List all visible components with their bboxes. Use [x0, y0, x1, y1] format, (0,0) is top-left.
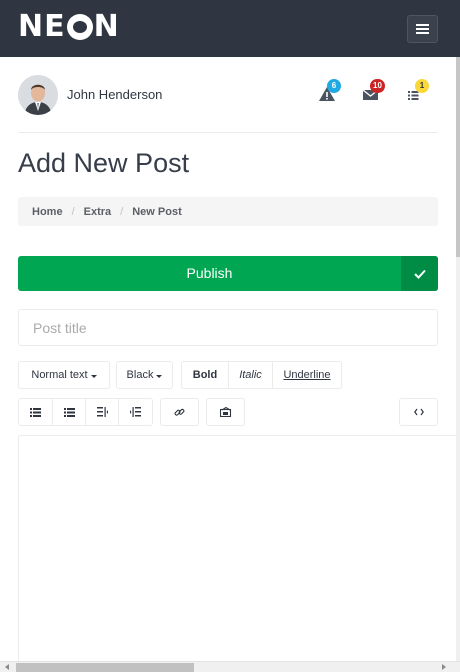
logo-text-right: N — [93, 9, 120, 44]
horizontal-scrollbar-thumb[interactable] — [16, 663, 194, 672]
logo-text-left: NE — [18, 9, 66, 44]
html-view-button[interactable] — [399, 398, 438, 426]
logo-eye-icon — [66, 14, 93, 40]
indent-icon — [130, 407, 141, 417]
breadcrumb-extra[interactable]: Extra — [84, 206, 112, 218]
bold-button[interactable]: Bold — [182, 362, 229, 388]
top-navbar: NE N — [0, 0, 460, 57]
avatar[interactable] — [18, 75, 58, 115]
publish-check — [401, 256, 438, 291]
scroll-left-icon[interactable] — [5, 664, 9, 670]
unordered-list-button[interactable] — [19, 399, 53, 425]
unordered-list-icon — [30, 407, 41, 417]
tasks-count-badge: 1 — [415, 79, 429, 93]
text-style-label: Normal text — [31, 369, 88, 381]
insert-image-button[interactable] — [206, 398, 245, 426]
outdent-button[interactable] — [86, 399, 119, 425]
underline-button[interactable]: Underline — [273, 362, 341, 388]
ordered-list-icon — [63, 407, 75, 417]
text-color-label: Black — [126, 369, 154, 381]
post-title-input[interactable] — [18, 309, 438, 346]
menu-toggle-button[interactable] — [407, 15, 438, 43]
messages-count-badge: 10 — [370, 79, 385, 93]
vertical-scrollbar[interactable] — [456, 57, 460, 661]
ordered-list-button[interactable] — [53, 399, 86, 425]
divider — [18, 132, 438, 133]
post-content-editor[interactable] — [18, 435, 460, 661]
html-code-icon — [413, 408, 424, 416]
indent-button[interactable] — [119, 399, 152, 425]
italic-button[interactable]: Italic — [229, 362, 273, 388]
link-icon — [174, 408, 185, 416]
horizontal-scrollbar[interactable] — [0, 661, 460, 672]
vertical-scrollbar-thumb[interactable] — [456, 57, 460, 257]
logo[interactable]: NE N — [18, 12, 120, 42]
page-title: Add New Post — [18, 148, 190, 178]
scroll-right-icon[interactable] — [442, 664, 446, 670]
text-emphasis-group: Bold Italic Underline — [181, 361, 342, 389]
image-icon — [219, 407, 231, 417]
breadcrumb-separator: / — [71, 205, 75, 218]
text-color-dropdown[interactable]: Black — [116, 361, 173, 389]
text-style-dropdown[interactable]: Normal text — [18, 361, 110, 389]
breadcrumb-separator: / — [120, 205, 124, 218]
notification-count-badge: 6 — [327, 79, 341, 93]
chevron-down-icon — [90, 374, 97, 378]
outdent-icon — [96, 407, 108, 417]
breadcrumb-home[interactable]: Home — [32, 206, 63, 218]
list-indent-group — [18, 398, 153, 426]
breadcrumb-current: New Post — [132, 205, 182, 218]
hamburger-icon — [416, 24, 429, 34]
chevron-down-icon — [156, 374, 163, 378]
notification-warning[interactable]: 6 — [318, 79, 341, 102]
insert-link-button[interactable] — [160, 398, 199, 426]
notification-messages[interactable]: 10 — [362, 79, 385, 102]
publish-button[interactable]: Publish — [18, 256, 438, 291]
notification-tasks[interactable]: 1 — [406, 79, 429, 102]
breadcrumb: Home / Extra / New Post — [18, 197, 438, 226]
user-name[interactable]: John Henderson — [67, 87, 162, 102]
checkmark-icon — [413, 269, 426, 279]
publish-label: Publish — [186, 265, 233, 281]
user-avatar-image — [18, 75, 58, 115]
